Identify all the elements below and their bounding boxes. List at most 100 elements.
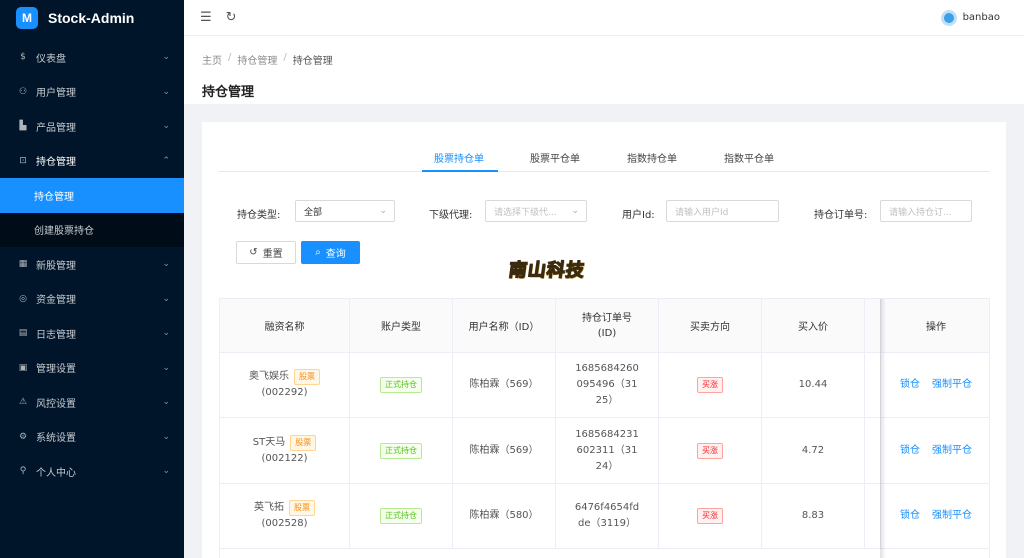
order-no-input[interactable]: 请输入持仓订...	[880, 200, 972, 222]
reset-icon: ↺	[249, 247, 258, 258]
lock-position-link[interactable]: 锁仓	[900, 508, 920, 524]
chevron-down-icon: ⌄	[571, 206, 579, 216]
direction-tag: 买涨	[697, 377, 723, 393]
sidebar-item-system-settings[interactable]: ⚙ 系统设置 ⌄	[0, 420, 184, 455]
chevron-up-icon: ⌃	[162, 155, 170, 166]
column-header-direction: 买卖方向	[659, 299, 762, 353]
top-header: ☰ ↻ banbao	[184, 0, 1024, 36]
tab-stock-closed[interactable]: 股票平仓单	[530, 150, 580, 165]
table-cell-user: 陈柏霖（580）	[453, 484, 556, 549]
chevron-down-icon: ⌄	[162, 466, 170, 477]
breadcrumb-section[interactable]: 持仓管理	[237, 52, 277, 67]
download-box-icon: ⊡	[19, 155, 27, 166]
table-cell-order: 6476f4654fdde（3119）	[556, 484, 659, 549]
lock-position-link[interactable]: 锁仓	[900, 377, 920, 393]
user-id-input[interactable]: 请输入用户Id	[666, 200, 779, 222]
refresh-icon[interactable]: ↻	[226, 10, 237, 25]
stock-name-block: ST天马 股票 (002122)	[253, 434, 317, 467]
lock-position-link[interactable]: 锁仓	[900, 443, 920, 459]
stock-name-block: 英飞拓 股票 (002528)	[254, 500, 315, 532]
sidebar-item-logs[interactable]: ▤ 日志管理 ⌄	[0, 316, 184, 351]
table-cell-hidden	[865, 418, 881, 484]
user-menu[interactable]: banbao	[940, 9, 1000, 26]
sidebar-item-risk-settings[interactable]: ⚠ 风控设置 ⌄	[0, 385, 184, 420]
table-cell-hidden	[865, 484, 881, 549]
breadcrumb-home[interactable]: 主页	[202, 52, 222, 67]
column-header-order-no: 持仓订单号 (ID)	[556, 299, 659, 353]
breadcrumb-current: 持仓管理	[292, 56, 333, 67]
chevron-down-icon: ⌄	[162, 52, 170, 63]
tab-index-positions[interactable]: 指数持仓单	[627, 150, 677, 165]
sidebar-item-positions[interactable]: ⊡ 持仓管理 ⌃	[0, 144, 184, 179]
tab-index-closed[interactable]: 指数平仓单	[724, 150, 774, 165]
stock-tag: 股票	[289, 500, 315, 516]
reset-label: 重置	[262, 249, 283, 260]
table-cell-account: 正式持仓	[350, 353, 453, 418]
chart-icon: ▙	[19, 121, 27, 132]
chevron-down-icon: ⌄	[162, 328, 170, 339]
force-close-link[interactable]: 强制平仓	[932, 508, 972, 524]
account-type-tag: 正式持仓	[380, 442, 422, 459]
position-type-value: 全部	[304, 207, 323, 218]
document-icon: ▤	[18, 328, 28, 339]
table-cell-name: 奥飞娱乐 股票 (002292)	[220, 353, 350, 418]
table-cell-actions: 锁仓 强制平仓	[881, 353, 989, 418]
breadcrumb-separator: /	[283, 52, 287, 63]
table-cell-price: 4.72	[762, 418, 865, 484]
warning-icon: ⚠	[18, 397, 28, 408]
table-cell-actions: 锁仓 强制平仓	[881, 484, 989, 549]
content-card: 股票持仓单 股票平仓单 指数持仓单 指数平仓单 持仓类型: 全部 ⌄ 下级代理:…	[202, 122, 1006, 558]
column-header-user: 用户名称（ID）	[453, 299, 556, 353]
sidebar-item-products[interactable]: ▙ 产品管理 ⌄	[0, 109, 184, 144]
chevron-down-icon: ⌄	[162, 397, 170, 408]
table-cell-hidden	[865, 353, 881, 418]
chevron-down-icon: ⌄	[162, 293, 170, 304]
chevron-down-icon: ⌄	[162, 431, 170, 442]
table-cell-name: 英飞拓 股票 (002528)	[220, 484, 350, 549]
sidebar-item-users[interactable]: ⚇ 用户管理 ⌄	[0, 75, 184, 110]
query-button[interactable]: ⌕ 查询	[301, 241, 360, 264]
watermark-logo: 南山科技	[507, 259, 587, 281]
coin-icon: ◎	[19, 293, 27, 304]
table-cell-user: 陈柏霖（569）	[453, 353, 556, 418]
sidebar-item-admin-settings[interactable]: ▣ 管理设置 ⌄	[0, 351, 184, 386]
sidebar-item-label: 用户管理	[36, 88, 76, 100]
column-header-hidden	[865, 299, 881, 353]
chevron-down-icon: ⌄	[162, 121, 170, 132]
positions-table: 融资名称 账户类型 用户名称（ID） 持仓订单号 (ID) 买卖方向 买入价 操…	[219, 298, 990, 558]
fixed-column-shadow	[880, 299, 886, 558]
reset-button[interactable]: ↺ 重置	[236, 241, 296, 264]
force-close-link[interactable]: 强制平仓	[932, 443, 972, 459]
agent-select[interactable]: 请选择下级代... ⌄	[485, 200, 587, 222]
table-cell-order: 1685684231602311（3124）	[556, 418, 659, 484]
tab-stock-positions[interactable]: 股票持仓单	[434, 150, 484, 165]
page-header: 主页 / 持仓管理 / 持仓管理 持仓管理	[184, 36, 1024, 104]
tabs: 股票持仓单 股票平仓单 指数持仓单 指数平仓单	[218, 144, 990, 172]
position-type-select[interactable]: 全部 ⌄	[295, 200, 395, 222]
sidebar-item-label: 系统设置	[36, 433, 76, 445]
app-name: Stock-Admin	[48, 10, 135, 26]
sidebar-item-label: 产品管理	[36, 122, 76, 134]
order-no-placeholder: 请输入持仓订...	[889, 207, 952, 218]
stock-code: (002292)	[261, 387, 308, 398]
sidebar-item-label: 新股管理	[36, 260, 76, 272]
chevron-down-icon: ⌄	[162, 362, 170, 373]
sidebar-subitem-position-manage[interactable]: 持仓管理	[0, 178, 184, 213]
sidebar-item-funds[interactable]: ◎ 资金管理 ⌄	[0, 282, 184, 317]
sidebar-item-label: 资金管理	[36, 295, 76, 307]
chevron-down-icon: ⌄	[162, 259, 170, 270]
sidebar-menu: $ 仪表盘 ⌄ ⚇ 用户管理 ⌄ ▙ 产品管理 ⌄ ⊡ 持仓管理 ⌃ 持仓管理 …	[0, 40, 184, 489]
sidebar-item-label: 个人中心	[36, 467, 76, 479]
menu-collapse-icon[interactable]: ☰	[200, 10, 212, 25]
sidebar-item-label: 风控设置	[36, 398, 76, 410]
stock-name-block: 奥飞娱乐 股票 (002292)	[249, 369, 320, 401]
table-cell-direction: 买涨	[659, 353, 762, 418]
force-close-link[interactable]: 强制平仓	[932, 377, 972, 393]
sidebar-item-profile[interactable]: ⚲ 个人中心 ⌄	[0, 454, 184, 489]
sidebar-item-dashboard[interactable]: $ 仪表盘 ⌄	[0, 40, 184, 75]
direction-tag: 买涨	[697, 442, 723, 459]
sidebar-item-ipo[interactable]: ▦ 新股管理 ⌄	[0, 247, 184, 282]
sidebar-subitem-create-position[interactable]: 创建股票持仓	[0, 213, 184, 248]
app-logo[interactable]: M Stock-Admin	[0, 0, 184, 36]
chevron-down-icon: ⌄	[162, 86, 170, 97]
